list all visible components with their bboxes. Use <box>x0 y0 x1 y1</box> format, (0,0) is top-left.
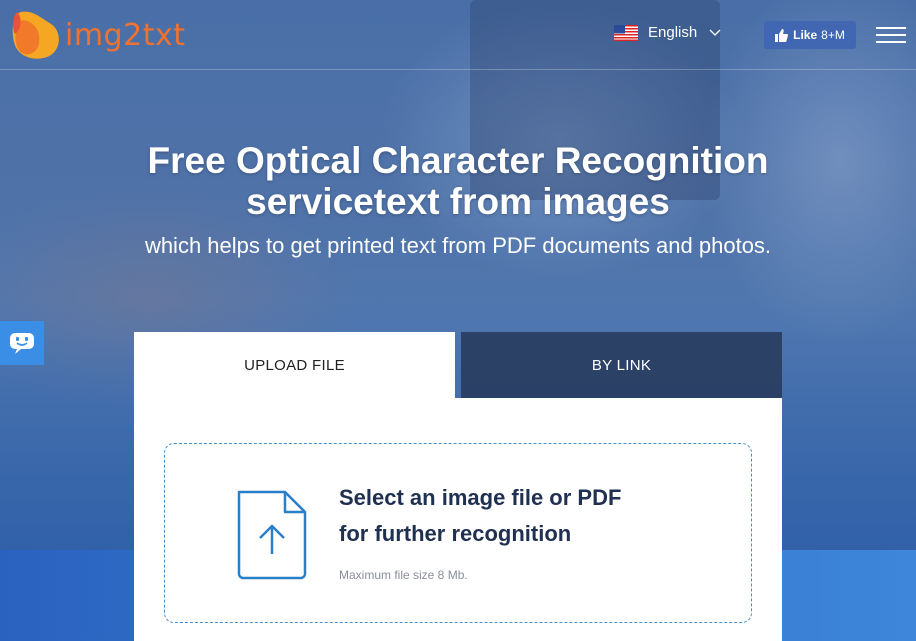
language-label: English <box>648 24 698 41</box>
page-title-line-1: Free Optical Character Recognition <box>147 140 769 181</box>
logo-icon <box>12 11 59 59</box>
us-flag-icon <box>614 24 638 41</box>
upload-card: Select an image file or PDF for further … <box>134 398 782 641</box>
tab-upload-file[interactable]: UPLOAD FILE <box>134 332 455 398</box>
facebook-like-label: Like <box>793 28 818 42</box>
tab-by-link[interactable]: BY LINK <box>461 332 782 398</box>
facebook-like-button[interactable]: Like 8+M <box>764 21 856 49</box>
file-dropzone[interactable]: Select an image file or PDF for further … <box>164 443 752 623</box>
logo-text: img2txt <box>65 17 186 53</box>
chat-widget-button[interactable] <box>0 321 44 365</box>
chevron-down-icon <box>709 29 721 36</box>
page-title: Free Optical Character Recognition servi… <box>0 140 916 222</box>
page-title-line-2: servicetext from images <box>246 181 670 222</box>
thumbs-up-icon <box>775 28 789 42</box>
dropzone-title-line-1: Select an image file or PDF <box>339 485 622 510</box>
logo[interactable]: img2txt <box>11 10 185 60</box>
facebook-like-count: 8+M <box>821 28 845 42</box>
file-upload-icon <box>237 490 307 580</box>
site-header: img2txt English Like 8+M <box>0 0 916 70</box>
chat-bot-icon <box>10 333 34 354</box>
dropzone-title-line-2: for further recognition <box>339 521 572 546</box>
dropzone-title: Select an image file or PDF for further … <box>339 480 719 552</box>
hamburger-menu-icon[interactable] <box>876 27 906 43</box>
page-subtitle: which helps to get printed text from PDF… <box>144 233 772 258</box>
max-file-size-note: Maximum file size 8 Mb. <box>339 568 468 582</box>
language-selector[interactable]: English <box>614 24 721 41</box>
